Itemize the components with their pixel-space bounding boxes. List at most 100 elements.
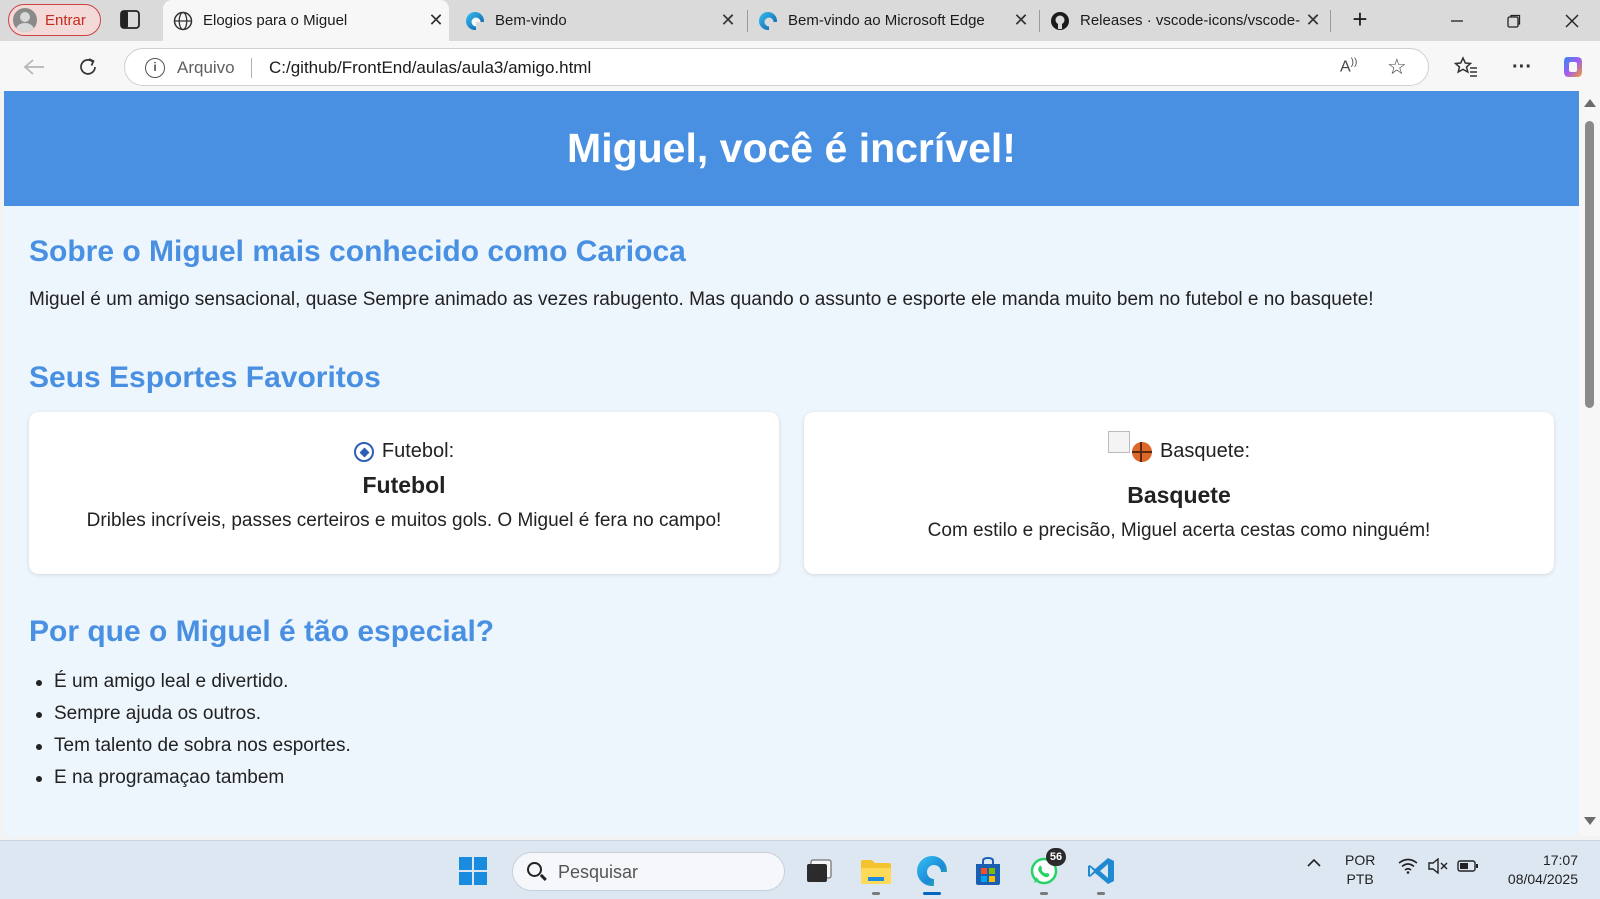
- page-header: Miguel, você é incrível!: [4, 91, 1579, 206]
- tab-title: Bem-vindo: [495, 12, 567, 29]
- running-indicator: [1040, 892, 1048, 895]
- tab-releases[interactable]: Releases · vscode-icons/vscode-i ✕: [1040, 0, 1326, 41]
- tab-actions-icon[interactable]: [118, 9, 142, 31]
- start-button[interactable]: [453, 851, 493, 891]
- list-item: É um amigo leal e divertido.: [29, 670, 351, 702]
- edge-icon: [759, 11, 778, 31]
- clock-time: 17:07: [1542, 852, 1578, 868]
- battery-icon: [1457, 860, 1478, 872]
- tab-separator: [1330, 10, 1331, 32]
- battery-status[interactable]: [1457, 858, 1479, 879]
- new-tab-button[interactable]: +: [1346, 6, 1374, 34]
- tab-bem-vindo-edge[interactable]: Bem-vindo ao Microsoft Edge ✕: [748, 0, 1034, 41]
- copilot-icon: [1564, 57, 1582, 77]
- scroll-thumb[interactable]: [1585, 121, 1594, 408]
- close-window-button[interactable]: [1544, 0, 1600, 41]
- favorites-button[interactable]: [1452, 53, 1480, 81]
- broken-image-icon: [1107, 430, 1130, 453]
- microsoft-store-icon: [976, 856, 1000, 885]
- edge-icon: [917, 856, 948, 886]
- more-menu-button[interactable]: ···: [1508, 53, 1536, 81]
- avatar-icon: [13, 8, 37, 32]
- add-favorite-star-icon[interactable]: ☆: [1387, 54, 1407, 80]
- card-image-alt-text: Basquete:: [1159, 440, 1251, 462]
- chevron-up-icon: [1307, 858, 1321, 867]
- network-status[interactable]: [1398, 858, 1418, 879]
- volume-status[interactable]: [1428, 857, 1448, 879]
- card-description: Com estilo e precisão, Miguel acerta ces…: [927, 520, 1431, 541]
- clock-date: 08/04/2025: [1507, 871, 1578, 887]
- whatsapp-button[interactable]: 56: [1024, 848, 1066, 895]
- language-code: POR: [1345, 852, 1376, 868]
- back-button[interactable]: [20, 53, 48, 81]
- search-placeholder: Pesquisar: [558, 862, 639, 882]
- sport-card-basquete: Basquete: Basquete Com estilo e precisão…: [804, 412, 1554, 574]
- sport-card-futebol: Futebol: Futebol Dribles incríveis, pass…: [29, 412, 779, 574]
- back-arrow-icon: [23, 59, 44, 75]
- url-text[interactable]: C:/github/FrontEnd/aulas/aula3/amigo.htm…: [269, 58, 591, 78]
- refresh-icon: [80, 58, 96, 75]
- copilot-button[interactable]: [1560, 53, 1588, 81]
- windows-start-icon: [459, 857, 487, 885]
- site-scheme-label: Arquivo: [177, 58, 235, 77]
- tab-title: Releases · vscode-icons/vscode-i: [1080, 12, 1300, 29]
- tab-bem-vindo[interactable]: Bem-vindo ✕: [455, 0, 741, 41]
- list-item: Sempre ajuda os outros.: [29, 702, 351, 734]
- close-tab-icon[interactable]: ✕: [423, 10, 449, 31]
- task-view-button[interactable]: [799, 851, 839, 891]
- tab-title: Bem-vindo ao Microsoft Edge: [788, 12, 985, 29]
- refresh-button[interactable]: [74, 53, 102, 81]
- running-indicator: [872, 892, 880, 895]
- tab-title: Elogios para o Miguel: [203, 12, 348, 29]
- notification-badge: 56: [1046, 848, 1066, 866]
- page-scrollbar[interactable]: [1579, 91, 1600, 836]
- scroll-down-icon[interactable]: [1584, 817, 1596, 825]
- restore-icon: [1507, 14, 1521, 28]
- about-title: Sobre o Miguel mais conhecido como Cario…: [29, 235, 686, 268]
- card-image-alt: Futebol:: [29, 440, 779, 463]
- vscode-button[interactable]: [1081, 851, 1121, 895]
- vscode-icon: [1088, 858, 1114, 884]
- sports-title: Seus Esportes Favoritos: [29, 361, 381, 394]
- restore-button[interactable]: [1486, 0, 1542, 41]
- basketball-icon: [1131, 441, 1152, 462]
- keyboard-layout: PTB: [1346, 871, 1374, 887]
- card-title: Futebol: [362, 472, 446, 498]
- task-view-icon: [807, 859, 832, 882]
- browser-toolbar: i Arquivo C:/github/FrontEnd/aulas/aula3…: [0, 41, 1600, 91]
- show-hidden-icons-button[interactable]: [1306, 855, 1322, 876]
- profile-button[interactable]: Entrar: [8, 4, 101, 36]
- address-divider: [251, 58, 252, 78]
- more-icon: ···: [1512, 55, 1532, 78]
- input-language[interactable]: POR PTB: [1345, 851, 1375, 889]
- scroll-up-icon[interactable]: [1584, 99, 1596, 107]
- page-viewport: Miguel, você é incrível! Sobre o Miguel …: [4, 91, 1579, 836]
- github-icon: [1051, 11, 1069, 30]
- info-icon[interactable]: i: [145, 58, 165, 78]
- close-tab-icon[interactable]: ✕: [1008, 10, 1034, 31]
- minimize-button[interactable]: [1429, 0, 1485, 41]
- card-image-alt-text: Futebol:: [381, 440, 455, 462]
- system-clock[interactable]: 17:07 08/04/2025: [1488, 851, 1578, 889]
- running-indicator: [1097, 892, 1105, 895]
- close-icon: [1565, 14, 1579, 27]
- address-bar[interactable]: i Arquivo C:/github/FrontEnd/aulas/aula3…: [124, 48, 1429, 86]
- taskbar-search[interactable]: Pesquisar: [512, 852, 785, 891]
- search-icon: [527, 862, 542, 877]
- running-indicator: [923, 892, 941, 895]
- page-title: Miguel, você é incrível!: [567, 125, 1016, 171]
- edge-taskbar-button[interactable]: [912, 851, 952, 895]
- favorites-icon: [1454, 56, 1477, 77]
- store-button[interactable]: [968, 851, 1008, 891]
- profile-label: Entrar: [45, 11, 86, 29]
- read-aloud-icon[interactable]: A)): [1340, 57, 1357, 76]
- close-tab-icon[interactable]: ✕: [1300, 10, 1326, 31]
- list-item: Tem talento de sobra nos esportes.: [29, 734, 351, 766]
- tab-elogios[interactable]: Elogios para o Miguel ✕: [163, 0, 449, 41]
- file-explorer-button[interactable]: [856, 851, 896, 895]
- close-tab-icon[interactable]: ✕: [715, 10, 741, 31]
- about-paragraph: Miguel é um amigo sensacional, quase Sem…: [29, 289, 1374, 310]
- wifi-icon: [1398, 858, 1418, 874]
- globe-icon: [173, 11, 193, 30]
- card-title: Basquete: [1127, 482, 1231, 508]
